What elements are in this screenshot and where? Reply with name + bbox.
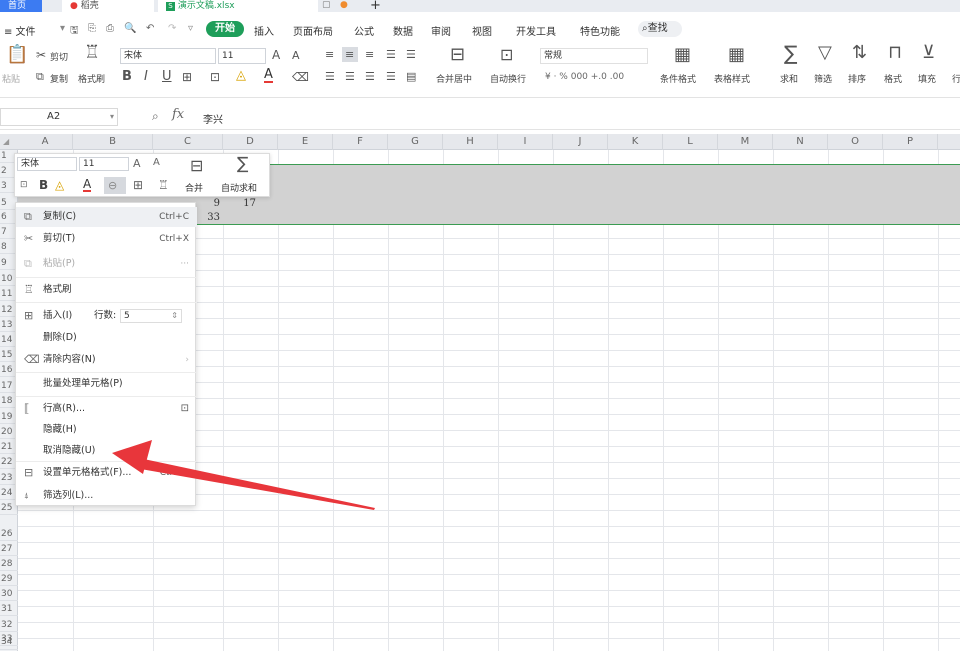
annotation-arrow [112,440,375,510]
arrow-shaft [135,458,375,510]
